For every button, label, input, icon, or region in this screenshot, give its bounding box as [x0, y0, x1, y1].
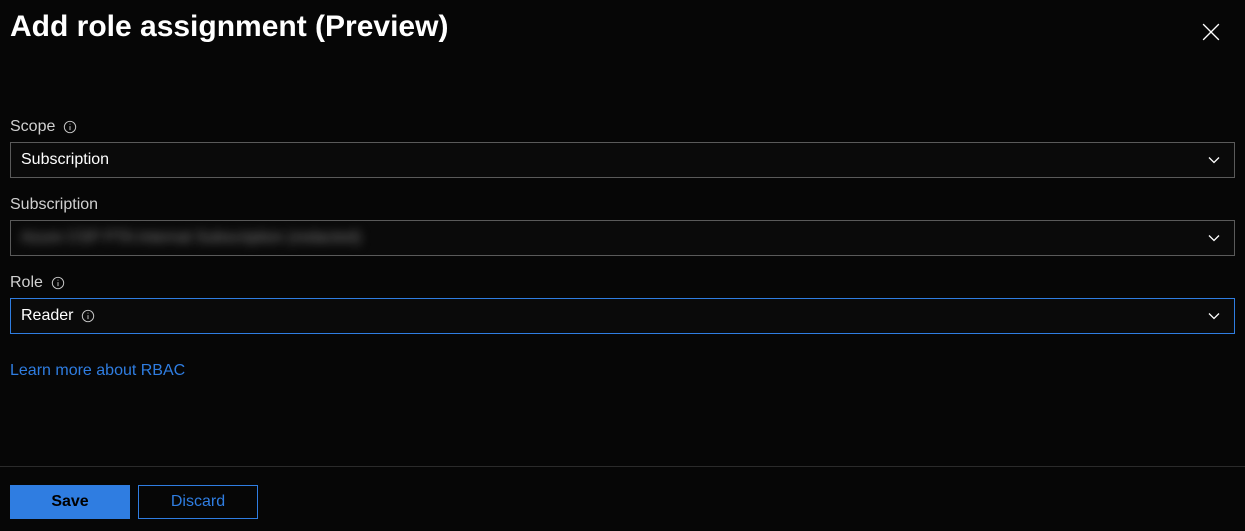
learn-more-rbac-link[interactable]: Learn more about RBAC: [10, 362, 185, 380]
role-select-value: Reader: [21, 307, 73, 325]
form-area: Scope Subscription: [0, 48, 1245, 380]
close-icon: [1202, 23, 1220, 41]
chevron-down-icon: [1206, 308, 1222, 324]
subscription-label: Subscription: [10, 196, 98, 214]
subscription-select-value: Azure CSP PTA Internal Subscription (red…: [21, 229, 361, 247]
scope-select[interactable]: Subscription: [10, 142, 1235, 178]
close-button[interactable]: [1195, 16, 1227, 48]
panel-footer: Save Discard: [0, 466, 1245, 531]
info-icon[interactable]: [51, 276, 65, 290]
subscription-field: Subscription Azure CSP PTA Internal Subs…: [10, 196, 1235, 256]
subscription-select[interactable]: Azure CSP PTA Internal Subscription (red…: [10, 220, 1235, 256]
chevron-down-icon: [1206, 230, 1222, 246]
scope-label: Scope: [10, 118, 55, 136]
info-icon[interactable]: [63, 120, 77, 134]
discard-button[interactable]: Discard: [138, 485, 258, 519]
scope-label-row: Scope: [10, 118, 1235, 136]
role-label: Role: [10, 274, 43, 292]
add-role-assignment-panel: Add role assignment (Preview) Scope: [0, 0, 1245, 531]
role-label-row: Role: [10, 274, 1235, 292]
scope-field: Scope Subscription: [10, 118, 1235, 178]
page-title: Add role assignment (Preview): [10, 10, 448, 44]
panel-header: Add role assignment (Preview): [0, 0, 1245, 48]
role-select[interactable]: Reader: [10, 298, 1235, 334]
subscription-label-row: Subscription: [10, 196, 1235, 214]
chevron-down-icon: [1206, 152, 1222, 168]
save-button[interactable]: Save: [10, 485, 130, 519]
role-field: Role Reader: [10, 274, 1235, 334]
scope-select-value: Subscription: [21, 151, 109, 169]
info-icon[interactable]: [81, 309, 95, 323]
